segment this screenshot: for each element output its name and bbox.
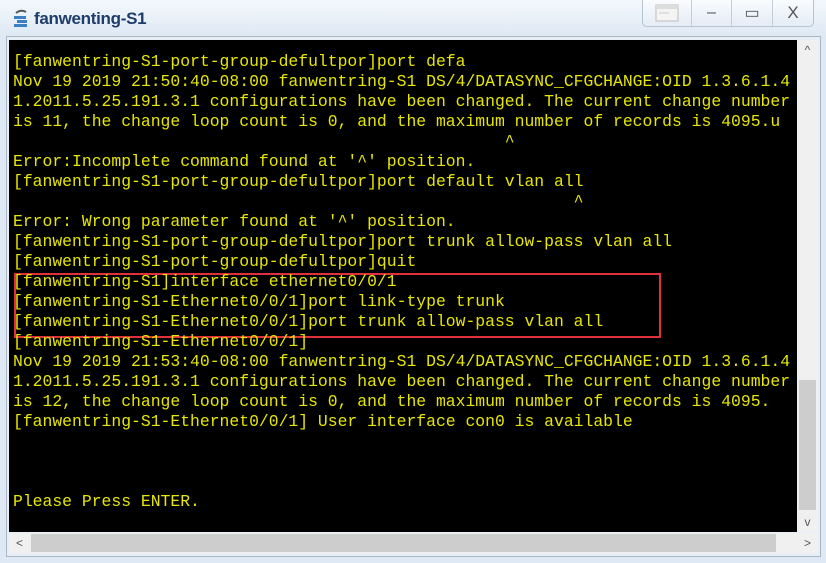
horizontal-scrollbar[interactable]: < >	[9, 533, 818, 553]
terminal-line: Error:Incomplete command found at '^' po…	[13, 152, 476, 171]
minimize-button[interactable]: –	[691, 0, 731, 26]
terminal-line: ^	[13, 192, 584, 211]
vertical-scroll-thumb[interactable]	[799, 380, 816, 510]
maximize-icon: ▭	[744, 5, 760, 22]
terminal-line: [fanwentring-S1-Ethernet0/0/1]	[13, 332, 309, 351]
terminal-line: [fanwentring-S1-Ethernet0/0/1]port link-…	[13, 292, 505, 311]
terminal-line: Error: Wrong parameter found at '^' posi…	[13, 212, 456, 231]
console-icon	[655, 4, 679, 22]
terminal-line: is 12, the change loop count is 0, and t…	[13, 392, 771, 411]
terminal-line: ^	[13, 132, 515, 151]
terminal-output[interactable]: [fanwentring-S1-port-group-defultpor]por…	[9, 40, 797, 532]
terminal-app-icon	[14, 9, 27, 27]
terminal-line: 1.2011.5.25.191.3.1 configurations have …	[13, 372, 791, 391]
scroll-down-icon[interactable]: v	[797, 512, 818, 532]
scroll-right-icon[interactable]: >	[797, 533, 818, 553]
terminal-line: 1.2011.5.25.191.3.1 configurations have …	[13, 92, 791, 111]
close-icon: X	[787, 3, 799, 22]
terminal-line: Please Press ENTER.	[13, 492, 200, 511]
terminal-line: [fanwentring-S1]interface ethernet0/0/1	[13, 272, 397, 291]
minimize-icon: –	[707, 4, 716, 21]
horizontal-scroll-thumb[interactable]	[31, 534, 776, 552]
terminal-line: [fanwentring-S1-port-group-defultpor]por…	[13, 172, 584, 191]
terminal-line: [fanwentring-S1-port-group-defultpor]por…	[13, 232, 673, 251]
vertical-scrollbar[interactable]: ^ v	[797, 40, 818, 532]
terminal-line: [fanwentring-S1-port-group-defultpor]por…	[13, 52, 466, 71]
terminal-line: Nov 19 2019 21:50:40-08:00 fanwentring-S…	[13, 72, 791, 91]
maximize-button[interactable]: ▭	[731, 0, 772, 26]
terminal-line: Nov 19 2019 21:53:40-08:00 fanwentring-S…	[13, 352, 791, 371]
terminal-line: [fanwentring-S1-Ethernet0/0/1] User inte…	[13, 412, 633, 431]
window-title: fanwenting-S1	[34, 9, 147, 28]
title-bar[interactable]: fanwenting-S1 – ▭ X	[0, 0, 826, 38]
scroll-up-icon[interactable]: ^	[797, 40, 818, 60]
console-button[interactable]	[643, 0, 691, 26]
terminal-line: is 11, the change loop count is 0, and t…	[13, 112, 781, 131]
close-button[interactable]: X	[772, 0, 813, 26]
scroll-left-icon[interactable]: <	[9, 533, 30, 553]
terminal-line: [fanwentring-S1-Ethernet0/0/1]port trunk…	[13, 312, 604, 331]
terminal-line: [fanwentring-S1-port-group-defultpor]qui…	[13, 252, 417, 271]
